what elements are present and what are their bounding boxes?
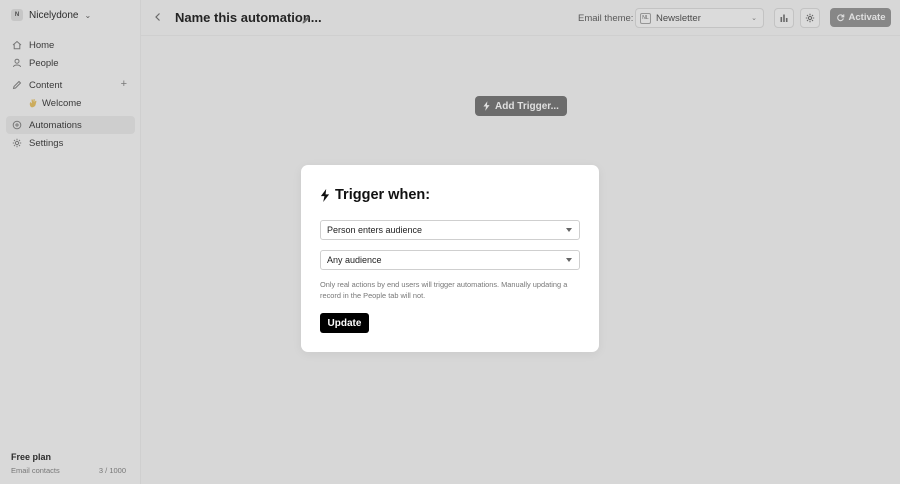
- audience-select[interactable]: Any audience: [320, 250, 580, 270]
- trigger-event-select[interactable]: Person enters audience: [320, 220, 580, 240]
- modal-title: Trigger when:: [320, 187, 430, 203]
- caret-down-icon: [566, 228, 572, 232]
- caret-down-icon: [566, 258, 572, 262]
- modal-title-text: Trigger when:: [335, 187, 431, 203]
- lightning-icon: [320, 188, 330, 202]
- update-button[interactable]: Update: [320, 313, 369, 333]
- audience-value: Any audience: [327, 255, 382, 265]
- trigger-event-value: Person enters audience: [327, 225, 423, 235]
- trigger-note: Only real actions by end users will trig…: [320, 280, 568, 300]
- trigger-modal: Trigger when: Person enters audience Any…: [301, 165, 599, 352]
